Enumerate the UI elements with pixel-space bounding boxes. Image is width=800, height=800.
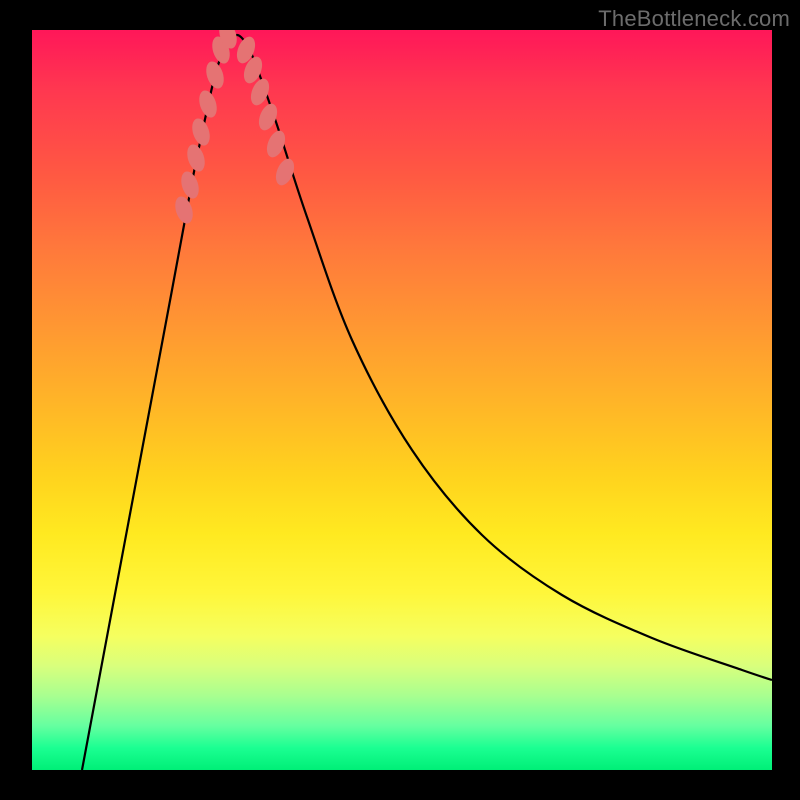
marker-dot — [196, 88, 220, 120]
marker-dot — [203, 59, 227, 91]
marker-dot — [263, 128, 288, 160]
watermark-label: TheBottleneck.com — [598, 6, 790, 32]
marker-dot — [178, 169, 202, 201]
curve-svg — [32, 30, 772, 770]
marker-dot — [184, 142, 208, 174]
chart-frame: TheBottleneck.com — [0, 0, 800, 800]
marker-dot — [255, 101, 280, 133]
bottleneck-curve — [82, 35, 772, 770]
plot-area — [32, 30, 772, 770]
marker-dot — [272, 156, 297, 188]
marker-dot — [189, 116, 213, 148]
marker-dot — [172, 194, 196, 226]
